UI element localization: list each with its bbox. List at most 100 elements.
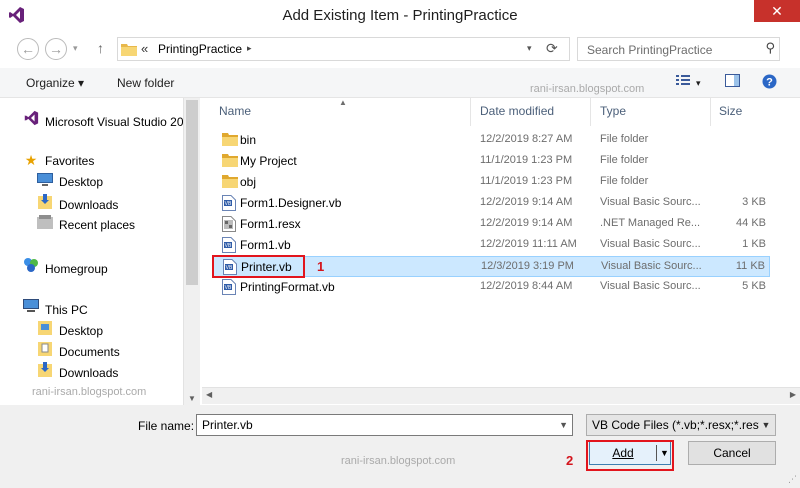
horizontal-scrollbar[interactable]: ◀ ▶ bbox=[202, 387, 800, 404]
resize-grip-icon[interactable]: ⋰ bbox=[788, 474, 797, 485]
svg-text:VB: VB bbox=[225, 243, 232, 249]
svg-text:VB: VB bbox=[225, 285, 232, 291]
computer-icon bbox=[22, 299, 40, 317]
command-bar: Organize ▾ New folder rani-irsan.blogspo… bbox=[0, 68, 800, 98]
file-date: 12/2/2019 8:27 AM bbox=[480, 133, 573, 145]
file-row[interactable]: Form1.resx 12/2/2019 9:14 AM .NET Managed … bbox=[212, 214, 770, 235]
sidebar-item-pc-desktop[interactable]: Desktop bbox=[36, 320, 103, 338]
folder-icon bbox=[222, 132, 238, 148]
file-row[interactable]: VB Form1.vb 12/2/2019 11:11 AM Visual Basic… bbox=[212, 235, 770, 256]
homegroup-icon bbox=[22, 257, 40, 276]
sidebar-item-recent-places[interactable]: Recent places bbox=[36, 215, 135, 233]
file-size: 3 KB bbox=[742, 196, 766, 208]
search-input[interactable]: Search PrintingPractice ⚲ bbox=[577, 37, 780, 61]
sidebar-item-pc-downloads[interactable]: Downloads bbox=[36, 362, 118, 380]
file-type: Visual Basic Sourc... bbox=[600, 280, 701, 292]
search-icon[interactable]: ⚲ bbox=[765, 40, 775, 56]
file-name: obj bbox=[240, 175, 257, 189]
breadcrumb[interactable]: PrintingPractice bbox=[158, 42, 242, 56]
column-divider[interactable] bbox=[710, 98, 711, 126]
sidebar-scrollbar[interactable]: ▼ bbox=[183, 98, 200, 405]
file-name-value: Printer.vb bbox=[202, 418, 253, 432]
resx-file-icon bbox=[222, 216, 238, 232]
file-type-value: VB Code Files (*.vb;*.resx;*.resw bbox=[592, 418, 768, 432]
breadcrumb-overflow[interactable]: « bbox=[141, 41, 148, 56]
sidebar-item-label: Homegroup bbox=[45, 262, 108, 276]
star-icon: ★ bbox=[24, 152, 38, 168]
column-header-size[interactable]: Size bbox=[719, 104, 742, 118]
file-size: 5 KB bbox=[742, 280, 766, 292]
close-button[interactable]: ✕ bbox=[754, 0, 800, 22]
column-header-type[interactable]: Type bbox=[600, 104, 626, 118]
sidebar-item-documents[interactable]: Documents bbox=[36, 341, 120, 359]
sidebar-item-visual-studio[interactable]: Microsoft Visual Studio 20 bbox=[22, 110, 183, 129]
view-options-dropdown[interactable]: ▾ bbox=[696, 78, 701, 89]
column-header-date[interactable]: Date modified bbox=[480, 104, 554, 118]
column-divider[interactable] bbox=[590, 98, 591, 126]
file-date: 12/2/2019 9:14 AM bbox=[480, 217, 573, 229]
sidebar-item-label: Desktop bbox=[59, 175, 104, 189]
scroll-left-arrow-icon[interactable]: ◀ bbox=[206, 390, 212, 399]
preview-pane-icon[interactable] bbox=[725, 74, 740, 90]
file-name: PrintingFormat.vb bbox=[240, 280, 335, 294]
file-type: File folder bbox=[600, 133, 649, 145]
file-size: 44 KB bbox=[736, 217, 766, 229]
desktop-icon bbox=[36, 173, 54, 189]
column-divider[interactable] bbox=[470, 98, 471, 126]
file-row[interactable]: My Project 11/1/2019 1:23 PM File folder bbox=[212, 151, 770, 172]
folder-icon bbox=[121, 44, 137, 56]
file-type: File folder bbox=[600, 154, 649, 166]
sidebar-item-favorites[interactable]: ★ Favorites bbox=[22, 152, 95, 170]
organize-menu[interactable]: Organize ▾ bbox=[26, 76, 84, 90]
sidebar-item-this-pc[interactable]: This PC bbox=[22, 299, 88, 317]
chevron-right-icon[interactable]: ▸ bbox=[247, 43, 252, 54]
help-icon[interactable]: ? bbox=[762, 74, 777, 92]
annotation-step-2: 2 bbox=[566, 453, 574, 468]
folder-icon bbox=[222, 174, 238, 190]
file-date: 12/3/2019 3:19 PM bbox=[481, 260, 574, 272]
file-name: Form1.vb bbox=[240, 238, 291, 252]
sidebar-item-downloads[interactable]: Downloads bbox=[36, 194, 118, 212]
column-header-name[interactable]: Name bbox=[219, 104, 251, 118]
new-folder-button[interactable]: New folder bbox=[117, 76, 174, 90]
scroll-right-arrow-icon[interactable]: ▶ bbox=[790, 390, 796, 399]
desktop-folder-icon bbox=[36, 320, 54, 338]
chevron-down-icon[interactable]: ▼ bbox=[759, 417, 773, 433]
file-name: My Project bbox=[240, 154, 297, 168]
sidebar-item-label: Microsoft Visual Studio 20 bbox=[45, 115, 183, 129]
file-row[interactable]: VB Form1.Designer.vb 12/2/2019 9:14 AM Visu… bbox=[212, 193, 770, 214]
scroll-down-arrow-icon[interactable]: ▼ bbox=[188, 394, 196, 403]
downloads-icon bbox=[36, 362, 54, 380]
recent-places-icon bbox=[36, 215, 54, 232]
file-row[interactable]: obj 11/1/2019 1:23 PM File folder bbox=[212, 172, 770, 193]
forward-button[interactable]: → bbox=[45, 38, 67, 60]
dialog-footer: File name: Printer.vb ▼ VB Code Files (*… bbox=[0, 405, 800, 488]
highlight-box bbox=[212, 255, 305, 278]
address-bar[interactable]: « PrintingPractice ▸ ▾ ⟳ bbox=[117, 37, 570, 61]
recent-locations-button[interactable]: ▾ bbox=[73, 43, 78, 54]
file-row[interactable]: VB PrintingFormat.vb 12/2/2019 8:44 AM Visu… bbox=[212, 277, 770, 298]
up-button[interactable]: ↑ bbox=[97, 40, 104, 56]
file-name-field[interactable]: Printer.vb ▼ bbox=[196, 414, 573, 436]
cancel-button[interactable]: Cancel bbox=[688, 441, 776, 465]
refresh-icon[interactable]: ⟳ bbox=[546, 40, 558, 57]
sidebar-item-label: Downloads bbox=[59, 198, 119, 212]
scrollbar-thumb[interactable] bbox=[186, 100, 198, 285]
sidebar-item-label: Downloads bbox=[59, 366, 119, 380]
sidebar-item-desktop[interactable]: Desktop bbox=[36, 173, 103, 191]
sidebar-item-homegroup[interactable]: Homegroup bbox=[22, 257, 108, 276]
file-row[interactable]: bin 12/2/2019 8:27 AM File folder bbox=[212, 130, 770, 151]
change-view-icon[interactable] bbox=[676, 74, 690, 89]
search-placeholder: Search PrintingPractice bbox=[587, 43, 713, 57]
chevron-down-icon[interactable]: ▼ bbox=[559, 420, 568, 430]
watermark: rani-irsan.blogspot.com bbox=[341, 455, 456, 467]
sort-ascending-icon: ▲ bbox=[339, 98, 347, 107]
sidebar-item-label: Recent places bbox=[59, 218, 136, 232]
downloads-icon bbox=[36, 194, 54, 212]
file-type-select[interactable]: VB Code Files (*.vb;*.resx;*.resw ▼ bbox=[586, 414, 776, 436]
file-list: ▲ Name Date modified Type Size bin 12/2/2… bbox=[202, 98, 800, 390]
address-dropdown-icon[interactable]: ▾ bbox=[527, 43, 532, 54]
highlight-box bbox=[586, 440, 674, 471]
vb-file-icon: VB bbox=[222, 279, 238, 295]
back-button[interactable]: ← bbox=[17, 38, 39, 60]
